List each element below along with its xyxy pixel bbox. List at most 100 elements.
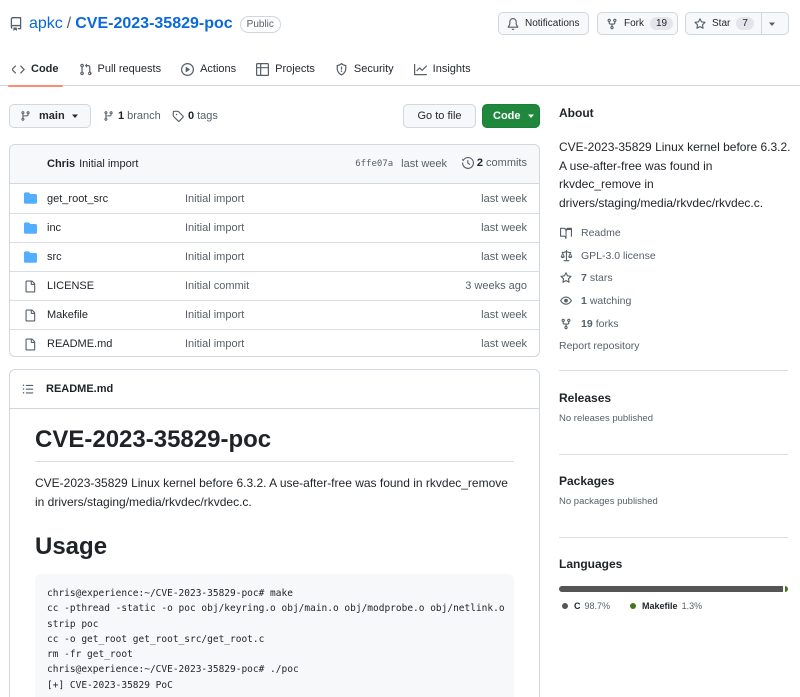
file-commit-message[interactable]: Initial import xyxy=(185,251,244,263)
stars-link[interactable]: 7 stars xyxy=(559,267,791,290)
repo-name-link[interactable]: CVE-2023-35829-poc xyxy=(75,15,232,33)
report-repository-link[interactable]: Report repository xyxy=(559,335,791,358)
file-commit-message[interactable]: Initial import xyxy=(185,338,244,350)
language-item[interactable]: C 98.7% xyxy=(562,601,610,611)
file-row[interactable]: LICENSE Initial commit 3 weeks ago xyxy=(10,271,539,300)
repo-owner-link[interactable]: apkc xyxy=(29,15,63,33)
repo-icon xyxy=(9,17,23,31)
packages-empty: No packages published xyxy=(559,496,658,507)
folder-icon xyxy=(24,192,37,204)
file-name-link[interactable]: src xyxy=(47,251,62,263)
file-name-link[interactable]: Makefile xyxy=(47,309,88,321)
eye-icon xyxy=(559,295,573,307)
tab-code[interactable]: Code xyxy=(4,52,67,87)
readme-header: README.md xyxy=(10,370,539,409)
tab-security[interactable]: Security xyxy=(327,52,402,86)
file-commit-message[interactable]: Initial import xyxy=(185,222,244,234)
language-color-dot xyxy=(562,603,568,609)
commit-author[interactable]: Chris xyxy=(47,158,75,170)
code-line: cc -o get_root get_root_src/get_root.c xyxy=(47,633,265,645)
file-icon xyxy=(24,280,36,293)
star-icon xyxy=(694,17,706,30)
file-name-link[interactable]: LICENSE xyxy=(47,280,94,292)
readme-description: CVE-2023-35829 Linux kernel before 6.3.2… xyxy=(35,476,508,509)
tags-count: 0 xyxy=(188,110,195,122)
repo-tabs: Code Pull requests Actions Projects Secu… xyxy=(0,52,479,87)
commits-history-link[interactable]: 2 commits xyxy=(461,157,527,169)
license-link[interactable]: GPL-3.0 license xyxy=(559,245,791,268)
file-age: last week xyxy=(481,222,527,234)
readme-link[interactable]: Readme xyxy=(559,222,791,245)
watchers-link[interactable]: 1 watching xyxy=(559,290,791,313)
graph-icon xyxy=(413,63,427,76)
language-name: Makefile xyxy=(642,601,678,611)
tab-insights[interactable]: Insights xyxy=(406,52,479,86)
language-bar-segment xyxy=(785,586,788,592)
file-row[interactable]: get_root_src Initial import last week xyxy=(10,184,539,213)
tab-projects[interactable]: Projects xyxy=(248,52,323,86)
tab-label: Code xyxy=(31,63,59,75)
file-commit-message[interactable]: Initial commit xyxy=(185,280,249,292)
branches-link[interactable]: 1 branch xyxy=(103,110,161,122)
history-icon xyxy=(461,157,474,169)
code-line: cc -pthread -static -o poc obj/keyring.o… xyxy=(47,603,505,615)
go-to-file-label: Go to file xyxy=(417,110,462,122)
code-dropdown-button[interactable]: Code xyxy=(482,104,540,128)
tab-label: Insights xyxy=(432,63,471,75)
commit-message[interactable]: Initial import xyxy=(79,158,138,170)
releases-heading[interactable]: Releases xyxy=(559,391,791,405)
license-label: GPL-3.0 license xyxy=(581,249,656,262)
commits-count: 2 xyxy=(476,157,484,169)
list-icon[interactable] xyxy=(22,383,34,395)
language-bar-segment xyxy=(559,586,784,592)
file-age: 3 weeks ago xyxy=(465,280,527,292)
language-color-dot xyxy=(630,603,637,609)
file-name-link[interactable]: inc xyxy=(47,222,61,234)
fork-icon xyxy=(559,318,573,330)
branches-count: 1 xyxy=(118,110,125,122)
repo-path-separator: / xyxy=(66,15,72,32)
watching-count: 1 xyxy=(581,295,587,308)
file-row[interactable]: README.md Initial import last week xyxy=(10,329,539,356)
commit-sha[interactable]: 6ffe07a xyxy=(355,159,393,169)
file-row[interactable]: inc Initial import last week xyxy=(10,213,539,242)
readme-title: CVE-2023-35829-poc xyxy=(35,409,514,462)
file-age: last week xyxy=(481,338,527,350)
about-section: About CVE-2023-35829 Linux kernel before… xyxy=(559,106,791,358)
go-to-file-button[interactable]: Go to file xyxy=(403,104,476,128)
star-label: Star xyxy=(712,18,731,29)
notifications-button[interactable]: Notifications xyxy=(498,12,589,35)
tab-label: Actions xyxy=(200,63,237,75)
file-row[interactable]: src Initial import last week xyxy=(10,242,539,271)
star-list-dropdown[interactable] xyxy=(761,12,789,35)
file-commit-message[interactable]: Initial import xyxy=(185,193,244,205)
fork-button[interactable]: Fork 19 xyxy=(597,12,678,35)
file-row[interactable]: Makefile Initial import last week xyxy=(10,300,539,329)
forks-link[interactable]: 19 forks xyxy=(559,312,791,335)
tags-label: tags xyxy=(197,110,218,122)
branch-selector[interactable]: main xyxy=(9,104,91,128)
file-icon xyxy=(24,309,36,322)
tab-label: Pull requests xyxy=(97,63,162,75)
commits-label: commits xyxy=(486,157,527,169)
folder-icon xyxy=(24,251,37,263)
language-item[interactable]: Makefile 1.3% xyxy=(630,601,702,611)
star-button[interactable]: Star 7 xyxy=(685,12,762,35)
table-icon xyxy=(256,62,270,76)
file-list: get_root_src Initial import last week inc In… xyxy=(10,184,539,356)
sidebar-divider xyxy=(559,537,788,538)
tags-link[interactable]: 0 tags xyxy=(172,110,218,122)
file-name-link[interactable]: get_root_src xyxy=(47,193,108,205)
play-icon xyxy=(181,62,195,76)
packages-heading[interactable]: Packages xyxy=(559,474,791,488)
pull-request-icon xyxy=(79,63,92,76)
forks-label: forks xyxy=(595,317,619,330)
file-commit-message[interactable]: Initial import xyxy=(185,309,244,321)
star-count: 7 xyxy=(736,17,754,30)
tab-actions[interactable]: Actions xyxy=(173,52,244,86)
report-label: Report repository xyxy=(559,340,640,353)
file-name-link[interactable]: README.md xyxy=(47,338,112,350)
tab-pull-requests[interactable]: Pull requests xyxy=(71,52,170,86)
releases-empty: No releases published xyxy=(559,413,654,424)
about-description: CVE-2023-35829 Linux kernel before 6.3.2… xyxy=(559,140,791,210)
